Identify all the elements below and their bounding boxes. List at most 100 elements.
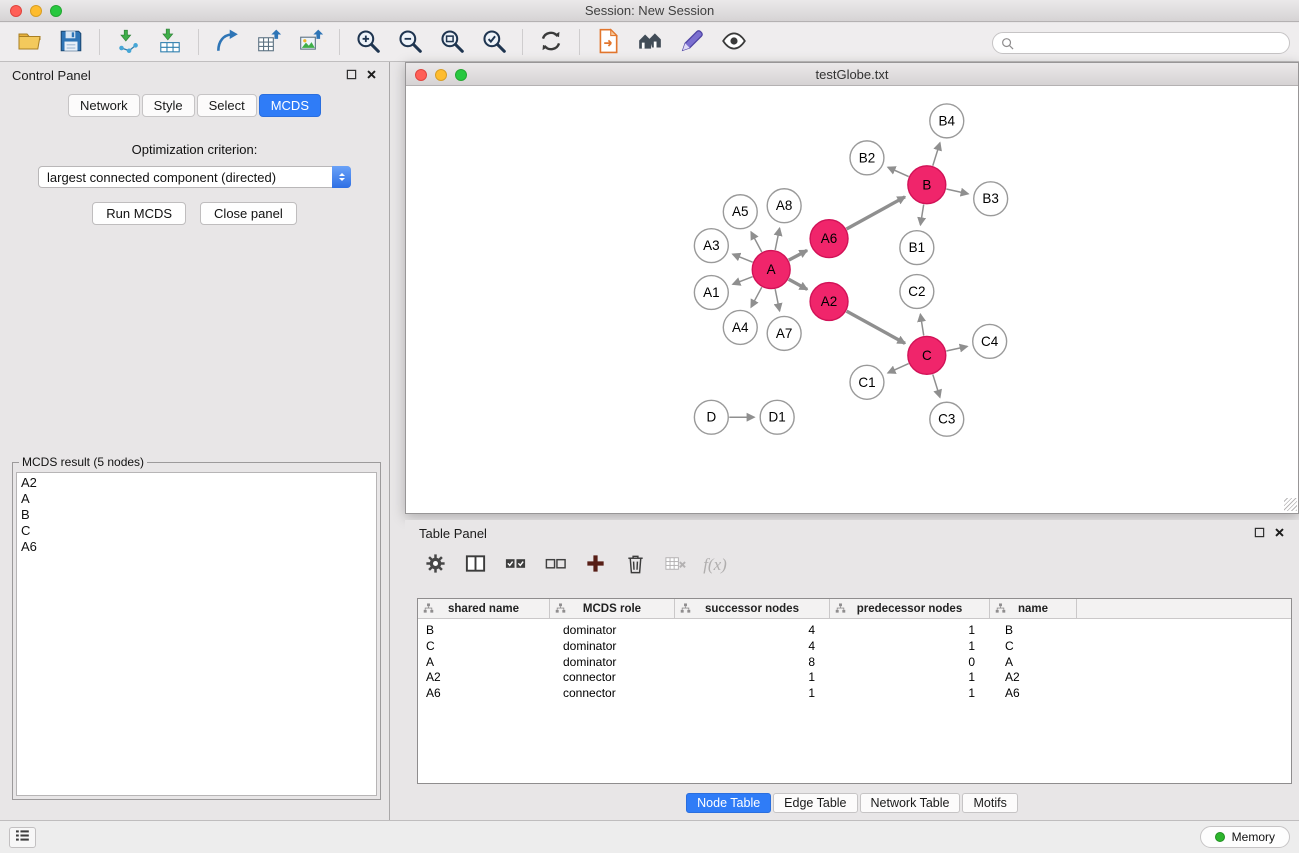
graph-edge-A6-B[interactable] [847, 197, 905, 229]
zoom-out-button[interactable] [389, 26, 431, 58]
column-header-MCDS-role[interactable]: MCDS role [550, 599, 675, 618]
table-row[interactable]: Cdominator41C [418, 639, 1291, 655]
export-document-button[interactable] [587, 26, 629, 58]
show-hide-button[interactable] [713, 26, 755, 58]
import-table-button[interactable] [149, 26, 191, 58]
graph-edge-A-A6[interactable] [789, 250, 807, 260]
show-panels-button[interactable] [9, 827, 36, 848]
table-row[interactable]: A6connector11A6 [418, 686, 1291, 702]
column-header-predecessor-nodes[interactable]: predecessor nodes [830, 599, 990, 618]
select-all-button[interactable] [497, 549, 533, 581]
graph-edge-A-A3[interactable] [733, 254, 753, 262]
import-network-button[interactable] [107, 26, 149, 58]
resize-grip[interactable] [1284, 498, 1297, 511]
close-table-panel-button[interactable] [1274, 526, 1285, 541]
graph-edge-A-A8[interactable] [775, 228, 779, 250]
graph-node-A2[interactable]: A2 [810, 283, 848, 321]
float-table-panel-button[interactable] [1254, 526, 1265, 541]
zoom-fit-button[interactable] [431, 26, 473, 58]
graph-edge-C-C2[interactable] [920, 314, 923, 335]
table-row[interactable]: A2connector11A2 [418, 670, 1291, 686]
zoom-in-button[interactable] [347, 26, 389, 58]
graph-node-B4[interactable]: B4 [930, 104, 964, 138]
close-control-panel-button[interactable] [366, 68, 377, 83]
network-window-titlebar[interactable]: testGlobe.txt [406, 63, 1298, 86]
column-header-successor-nodes[interactable]: successor nodes [675, 599, 830, 618]
graph-node-C[interactable]: C [908, 336, 946, 374]
graph-node-C1[interactable]: C1 [850, 365, 884, 399]
graph-edge-C-C4[interactable] [946, 346, 967, 351]
close-panel-button[interactable]: Close panel [200, 202, 297, 225]
graph-edge-C-C1[interactable] [888, 364, 909, 373]
memory-button[interactable]: Memory [1200, 826, 1290, 848]
graph-edge-B-B4[interactable] [933, 143, 940, 166]
tab-mcds[interactable]: MCDS [259, 94, 321, 117]
search-box[interactable] [992, 32, 1290, 54]
graph-node-A6[interactable]: A6 [810, 220, 848, 258]
graph-node-B3[interactable]: B3 [974, 182, 1008, 216]
column-header-shared-name[interactable]: shared name [418, 599, 550, 618]
graph-edge-A-A4[interactable] [751, 287, 762, 307]
tab-network[interactable]: Network [68, 94, 140, 117]
graph-node-C4[interactable]: C4 [973, 324, 1007, 358]
run-mcds-button[interactable]: Run MCDS [92, 202, 186, 225]
tab-network-table[interactable]: Network Table [860, 793, 961, 813]
export-image-button[interactable] [290, 26, 332, 58]
function-builder-button[interactable]: f(x) [697, 549, 733, 581]
table-row[interactable]: Bdominator41B [418, 623, 1291, 639]
graph-node-A5[interactable]: A5 [723, 195, 757, 229]
graph-edge-A-A7[interactable] [775, 289, 779, 311]
graph-edge-A2-C[interactable] [847, 311, 905, 343]
table-row[interactable]: Adominator80A [418, 655, 1291, 671]
float-control-panel-button[interactable] [346, 68, 357, 83]
graph-node-A[interactable]: A [752, 251, 790, 289]
mcds-result-item[interactable]: B [21, 507, 372, 523]
export-network-button[interactable] [206, 26, 248, 58]
graph-node-D[interactable]: D [694, 400, 728, 434]
mcds-result-item[interactable]: A2 [21, 475, 372, 491]
settings-gear-button[interactable] [417, 549, 453, 581]
style-wand-button[interactable] [671, 26, 713, 58]
open-session-button[interactable] [8, 26, 50, 58]
search-input[interactable] [1019, 36, 1281, 51]
deselect-all-button[interactable] [537, 549, 573, 581]
tab-select[interactable]: Select [197, 94, 257, 117]
tab-style[interactable]: Style [142, 94, 195, 117]
graph-node-C3[interactable]: C3 [930, 402, 964, 436]
refresh-network-button[interactable] [530, 26, 572, 58]
mcds-result-item[interactable]: A [21, 491, 372, 507]
graph-node-A3[interactable]: A3 [694, 229, 728, 263]
graph-node-B[interactable]: B [908, 166, 946, 204]
graph-node-A1[interactable]: A1 [694, 276, 728, 310]
graph-edge-B-B3[interactable] [946, 189, 968, 194]
toggle-column-button[interactable] [457, 549, 493, 581]
graph-node-A4[interactable]: A4 [723, 310, 757, 344]
network-graph[interactable]: B4 B2 B B3 A5 A8 A6 A3 B1 A C2 A1 A2 A4 A7 C4 C C1 C3 D D1 [406, 86, 1298, 512]
criterion-dropdown[interactable]: largest connected component (directed) [38, 166, 351, 188]
mcds-result-item[interactable]: C [21, 523, 372, 539]
network-canvas[interactable]: B4 B2 B B3 A5 A8 A6 A3 B1 A C2 A1 A2 A4 A7 C4 C C1 C3 D D1 [406, 86, 1298, 512]
tab-node-table[interactable]: Node Table [686, 793, 771, 813]
mcds-result-item[interactable]: A6 [21, 539, 372, 555]
column-header-name[interactable]: name [990, 599, 1077, 618]
graph-edge-B-B1[interactable] [920, 204, 923, 224]
network-overview-button[interactable] [629, 26, 671, 58]
graph-node-B1[interactable]: B1 [900, 231, 934, 265]
tab-edge-table[interactable]: Edge Table [773, 793, 857, 813]
delete-column-button[interactable] [617, 549, 653, 581]
graph-node-A7[interactable]: A7 [767, 316, 801, 350]
add-column-button[interactable] [577, 549, 613, 581]
graph-edge-A-A5[interactable] [751, 232, 762, 252]
graph-node-D1[interactable]: D1 [760, 400, 794, 434]
graph-node-C2[interactable]: C2 [900, 275, 934, 309]
save-session-button[interactable] [50, 26, 92, 58]
graph-edge-A-A2[interactable] [789, 279, 808, 289]
tab-motifs[interactable]: Motifs [962, 793, 1017, 813]
delete-table-button[interactable] [657, 549, 693, 581]
graph-edge-A-A1[interactable] [733, 277, 753, 285]
graph-edge-B-B2[interactable] [888, 167, 909, 176]
graph-node-A8[interactable]: A8 [767, 189, 801, 223]
mcds-result-list[interactable]: A2ABCA6 [16, 472, 377, 796]
graph-node-B2[interactable]: B2 [850, 141, 884, 175]
zoom-selected-button[interactable] [473, 26, 515, 58]
